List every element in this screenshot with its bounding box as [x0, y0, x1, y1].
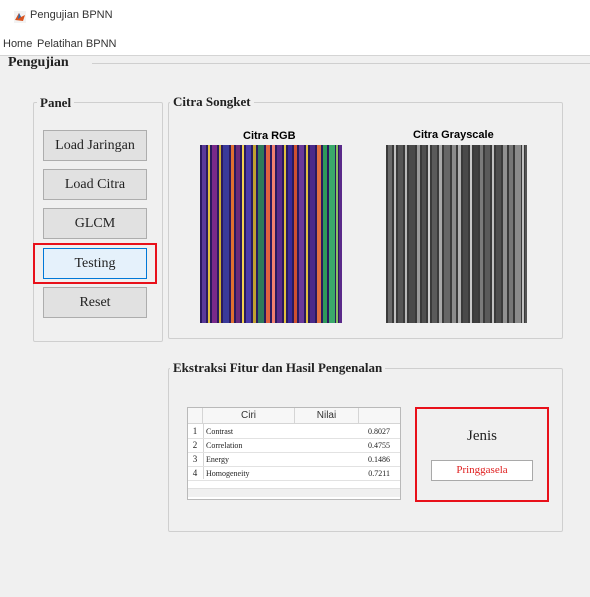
jenis-value-field[interactable]: Pringgasela — [431, 460, 533, 481]
cell-ciri: Correlation — [206, 441, 243, 450]
table-row[interactable]: 3 Energy 0.1486 — [188, 453, 400, 466]
row-number: 4 — [192, 468, 198, 478]
menu-item-home[interactable]: Home — [3, 38, 32, 50]
citra-grayscale-title: Citra Grayscale — [413, 129, 494, 141]
horizontal-scrollbar[interactable] — [188, 488, 400, 497]
panel-title: Panel — [37, 95, 75, 111]
cell-nilai: 0.4755 — [368, 441, 390, 450]
pengujian-border — [92, 63, 590, 64]
cell-nilai: 0.1486 — [368, 455, 390, 464]
pengujian-title: Pengujian — [8, 55, 69, 70]
table-row[interactable]: 4 Homogeneity 0.7211 — [188, 467, 400, 480]
citra-rgb-image — [200, 145, 342, 323]
row-number: 1 — [192, 426, 198, 436]
row-divider — [188, 480, 400, 481]
table-header: Ciri Nilai — [188, 408, 400, 424]
column-header-ciri[interactable]: Ciri — [203, 408, 295, 423]
citra-rgb-title: Citra RGB — [243, 130, 296, 142]
citra-grayscale-image — [386, 145, 527, 323]
menu-item-pelatihan-bpnn[interactable]: Pelatihan BPNN — [37, 38, 117, 50]
table-row[interactable]: 1 Contrast 0.8027 — [188, 425, 400, 438]
reset-button[interactable]: Reset — [43, 287, 147, 318]
jenis-result-box — [415, 407, 549, 502]
citra-songket-title: Citra Songket — [170, 94, 254, 110]
testing-highlight-box — [33, 243, 157, 284]
load-jaringan-button[interactable]: Load Jaringan — [43, 130, 147, 161]
cell-nilai: 0.7211 — [368, 469, 390, 478]
row-number: 2 — [192, 440, 198, 450]
matlab-app-icon — [14, 11, 26, 23]
window-title: Pengujian BPNN — [30, 9, 113, 21]
cell-ciri: Contrast — [206, 427, 234, 436]
column-header-nilai[interactable]: Nilai — [295, 408, 359, 423]
cell-ciri: Homogeneity — [206, 469, 250, 478]
ciri-table[interactable]: Ciri Nilai 1 Contrast 0.8027 2 Correlati… — [187, 407, 401, 500]
table-row[interactable]: 2 Correlation 0.4755 — [188, 439, 400, 452]
cell-nilai: 0.8027 — [368, 427, 390, 436]
ekstraksi-title: Ekstraksi Fitur dan Hasil Pengenalan — [170, 360, 386, 376]
table-corner-cell — [188, 408, 203, 423]
jenis-label: Jenis — [467, 428, 497, 444]
row-number: 3 — [192, 454, 198, 464]
cell-ciri: Energy — [206, 455, 229, 464]
glcm-button[interactable]: GLCM — [43, 208, 147, 239]
load-citra-button[interactable]: Load Citra — [43, 169, 147, 200]
